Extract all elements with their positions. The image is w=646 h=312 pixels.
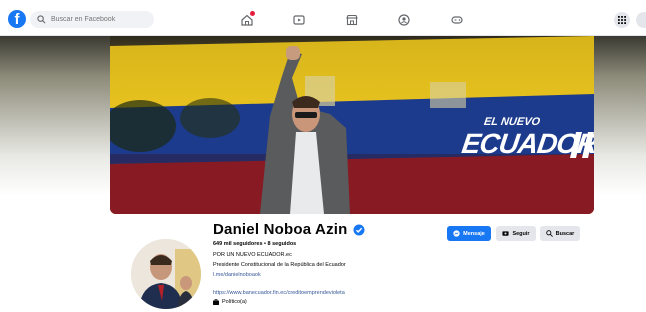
follow-button-label: Seguir [512, 230, 530, 237]
verified-badge-icon [353, 224, 365, 235]
menu-button[interactable] [614, 12, 630, 28]
follow-button[interactable]: Seguir [496, 226, 536, 241]
cover-subtitle: EL NUEVO [483, 116, 541, 128]
bio-link[interactable]: l.me/danielnoboaok [213, 272, 261, 278]
profile-name-row: Daniel Noboa Azin [213, 221, 365, 238]
notification-dot [250, 11, 255, 16]
message-button-label: Mensaje [463, 230, 485, 237]
search-box[interactable] [30, 11, 154, 28]
search-input[interactable] [51, 16, 151, 23]
profile-name: Daniel Noboa Azin [213, 221, 348, 238]
profile-avatar[interactable] [128, 236, 204, 312]
messenger-button[interactable] [636, 12, 646, 28]
search-icon [37, 15, 46, 24]
groups-icon[interactable] [397, 13, 411, 27]
follower-stats[interactable]: 649 mil seguidores • 8 seguidos [213, 241, 296, 247]
facebook-logo-icon[interactable]: f [8, 10, 26, 28]
marketplace-icon[interactable] [345, 13, 359, 27]
bio-line-2: Presidente Constitucional de la Repúblic… [213, 262, 346, 268]
video-icon[interactable] [292, 13, 306, 27]
cover-stripes-graphic [570, 132, 594, 158]
messenger-icon [453, 230, 460, 237]
gaming-icon[interactable] [450, 13, 464, 27]
website-link[interactable]: https://www.banecuador.fin.ec/creditoemp… [213, 290, 345, 296]
search-profile-button[interactable]: Buscar [540, 226, 580, 241]
search-icon [545, 230, 553, 237]
category-label: Político(a) [222, 299, 247, 305]
profile-category: Político(a) [213, 299, 247, 305]
grid-menu-icon [618, 16, 626, 24]
follow-icon [502, 231, 509, 236]
cover-photo[interactable]: EL NUEVO ECUADOR [110, 36, 594, 214]
search-button-label: Buscar [555, 230, 575, 237]
message-button[interactable]: Mensaje [447, 226, 491, 241]
bio-line-1: POR UN NUEVO ECUADOR.ec [213, 252, 292, 258]
top-navigation-bar: f [0, 8, 646, 36]
briefcase-icon [213, 299, 219, 305]
avatar-image [131, 239, 201, 309]
